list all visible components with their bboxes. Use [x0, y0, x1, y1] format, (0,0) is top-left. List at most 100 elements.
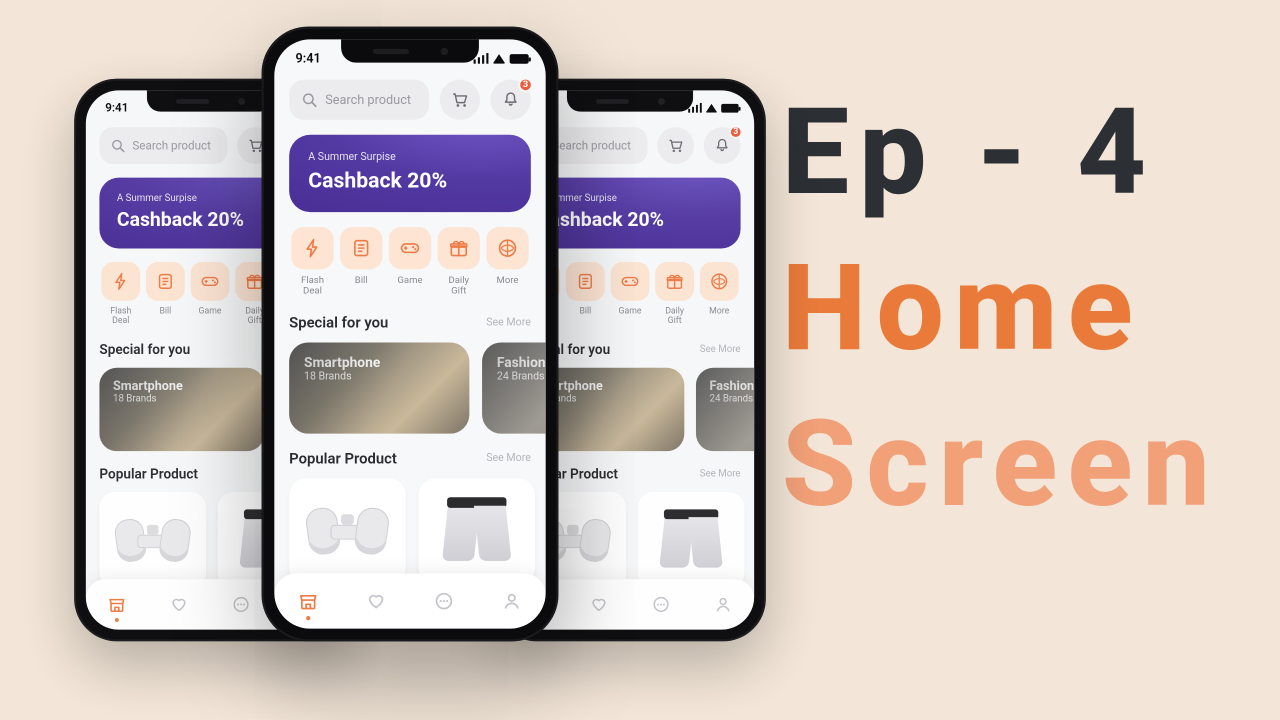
category-more[interactable]: More: [484, 227, 531, 298]
user-icon: [713, 595, 732, 614]
product-image-controller: [114, 513, 192, 567]
category-label: Flash Deal: [99, 307, 142, 327]
category-bill[interactable]: Bill: [338, 227, 385, 298]
tab-chat[interactable]: [231, 595, 250, 614]
see-more-link[interactable]: See More: [486, 453, 531, 465]
see-more-link[interactable]: See More: [700, 469, 741, 480]
category-label: Game: [189, 307, 232, 317]
section-title: Special for you: [289, 315, 388, 332]
search-icon: [111, 139, 125, 153]
search-input[interactable]: Search product: [99, 127, 227, 164]
category-bill[interactable]: Bill: [564, 262, 607, 327]
product-image-shorts: [662, 509, 720, 571]
shop-icon: [298, 591, 319, 612]
device-notch: [147, 90, 273, 111]
bottom-tabbar: [274, 574, 545, 629]
product-tile[interactable]: [418, 478, 535, 584]
section-header-special: Special for you See More: [289, 315, 531, 332]
shop-icon: [107, 595, 126, 614]
category-label: Daily Gift: [653, 307, 696, 327]
special-card-fashion[interactable]: Fashion24 Brands: [696, 367, 754, 450]
product-tile[interactable]: [99, 492, 206, 589]
heart-icon: [589, 595, 608, 614]
flash-icon: [302, 238, 323, 259]
card-title: Fashion: [710, 379, 755, 394]
game-icon: [399, 238, 420, 259]
tab-home[interactable]: [107, 595, 126, 614]
bell-icon: [713, 137, 730, 154]
cart-icon: [667, 137, 684, 154]
special-card-smartphone[interactable]: Smartphone18 Brands: [289, 342, 469, 433]
cart-icon: [450, 90, 469, 109]
tab-home[interactable]: [298, 591, 319, 612]
tab-chat[interactable]: [433, 591, 454, 612]
category-game[interactable]: Game: [189, 262, 232, 327]
category-label: Game: [387, 276, 434, 287]
product-tile[interactable]: [289, 478, 406, 584]
status-time: 9:41: [105, 101, 128, 115]
card-subtitle: 24 Brands: [710, 394, 755, 405]
see-more-link[interactable]: See More: [486, 317, 531, 329]
user-icon: [501, 591, 522, 612]
cart-button[interactable]: [657, 127, 694, 164]
notifications-button[interactable]: 3: [704, 127, 741, 164]
tab-favorites[interactable]: [365, 591, 386, 612]
product-image-shorts: [445, 497, 509, 565]
search-placeholder: Search product: [132, 139, 211, 153]
section-title: Popular Product: [99, 466, 198, 482]
promo-headline: Cashback 20%: [537, 208, 723, 231]
promo-banner[interactable]: A Summer Surpise Cashback 20%: [289, 135, 531, 212]
device-notch: [567, 90, 693, 111]
tab-favorites[interactable]: [589, 595, 608, 614]
chat-icon: [433, 591, 454, 612]
bill-icon: [351, 238, 372, 259]
more-icon: [497, 238, 518, 259]
title-line-2: Home: [782, 231, 1220, 387]
category-label: Game: [609, 307, 652, 317]
tab-chat[interactable]: [651, 595, 670, 614]
card-title: Smartphone: [113, 379, 251, 394]
notifications-button[interactable]: 3: [491, 80, 531, 120]
special-card-smartphone[interactable]: Smartphone 18 Brands: [99, 367, 264, 450]
heart-icon: [365, 591, 386, 612]
promo-headline: Cashback 20%: [308, 168, 512, 193]
category-daily-gift[interactable]: Daily Gift: [435, 227, 482, 298]
search-placeholder: Search product: [552, 139, 631, 153]
chat-icon: [651, 595, 670, 614]
tab-favorites[interactable]: [169, 595, 188, 614]
special-card-fashion[interactable]: Fashion24 Brands: [482, 342, 546, 433]
card-subtitle: 18 Brands: [304, 371, 455, 383]
category-row: Flash Deal Bill Game Daily Gift More: [289, 227, 531, 298]
more-icon: [710, 272, 729, 291]
section-title: Special for you: [99, 342, 190, 358]
category-flash-deal[interactable]: Flash Deal: [289, 227, 336, 298]
category-daily-gift[interactable]: Daily Gift: [653, 262, 696, 327]
wifi-icon: [706, 103, 718, 112]
search-input[interactable]: Search product: [289, 80, 429, 120]
chat-icon: [231, 595, 250, 614]
gift-icon: [448, 238, 469, 259]
category-game[interactable]: Game: [387, 227, 434, 298]
category-bill[interactable]: Bill: [144, 262, 187, 327]
cart-button[interactable]: [440, 80, 480, 120]
category-flash-deal[interactable]: Flash Deal: [99, 262, 142, 327]
device-notch: [341, 39, 479, 62]
tab-profile[interactable]: [501, 591, 522, 612]
tab-profile[interactable]: [713, 595, 732, 614]
promo-subtitle: A Summer Surpise: [537, 193, 723, 204]
category-label: Daily Gift: [435, 276, 482, 298]
notification-badge: 3: [518, 77, 533, 92]
category-more[interactable]: More: [698, 262, 741, 327]
category-label: Bill: [564, 307, 607, 317]
search-placeholder: Search product: [325, 92, 411, 107]
category-label: Bill: [338, 276, 385, 287]
category-game[interactable]: Game: [609, 262, 652, 327]
card-subtitle: 18 Brands: [113, 394, 251, 405]
wifi-icon: [493, 54, 506, 64]
battery-icon: [721, 103, 738, 112]
product-tile[interactable]: [638, 492, 745, 589]
product-image-controller: [305, 501, 390, 560]
category-label: More: [484, 276, 531, 287]
see-more-link[interactable]: See More: [700, 345, 741, 356]
title-line-3: Screen: [782, 387, 1220, 543]
